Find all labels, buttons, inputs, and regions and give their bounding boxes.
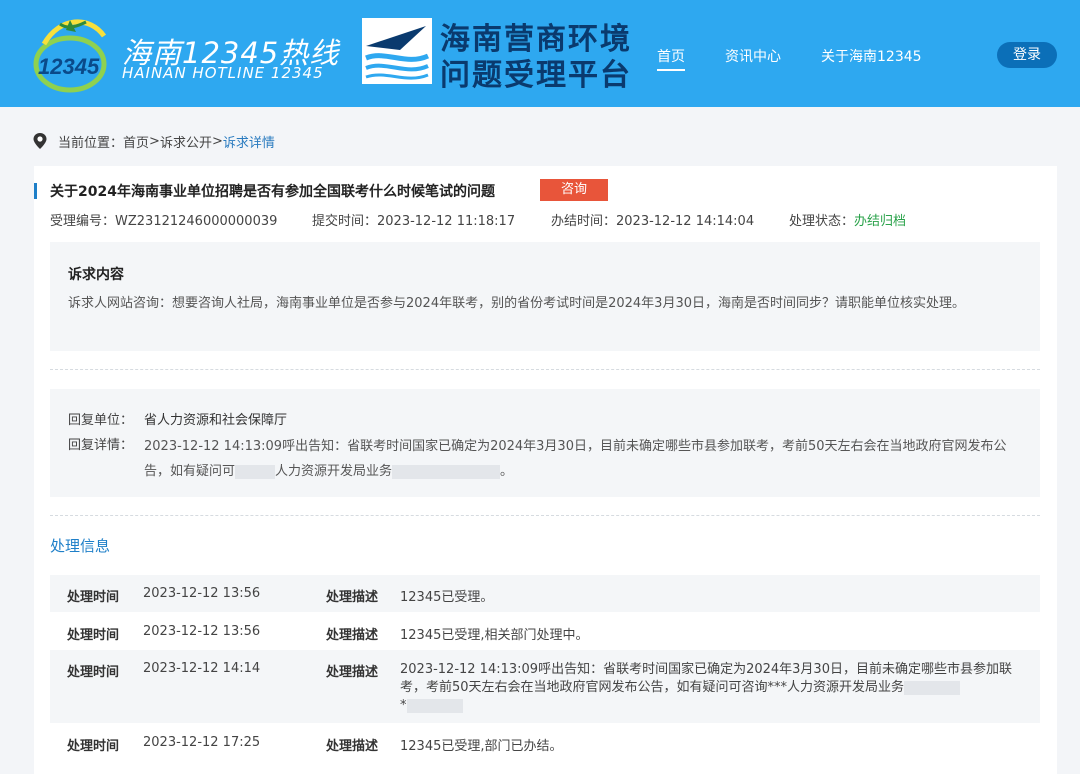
platform-title-line2: 问题受理平台 xyxy=(440,58,632,93)
login-button[interactable]: 登录 xyxy=(997,42,1057,68)
platform-logo-icon xyxy=(362,18,432,84)
submit-time: 提交时间：2023-12-12 11:18:17 xyxy=(312,210,515,229)
breadcrumb-public[interactable]: 诉求公开 xyxy=(160,132,212,151)
status-label: 处理状态： xyxy=(789,214,855,229)
divider xyxy=(50,369,1040,370)
breadcrumb-prefix: 当前位置： xyxy=(58,135,124,151)
nav-news[interactable]: 资讯中心 xyxy=(725,46,781,66)
process-desc-label: 处理描述 xyxy=(326,665,379,680)
table-row: 处理时间 2023-12-12 14:14 处理描述 2023-12-12 14… xyxy=(50,650,1040,723)
hotline-logo-icon: 12345 xyxy=(33,19,107,93)
done-time: 办结时间：2023-12-12 14:14:04 xyxy=(551,210,754,229)
submit-time-value: 2023-12-12 11:18:17 xyxy=(377,214,516,229)
process-section-title: 处理信息 xyxy=(50,537,111,555)
site-header: 12345 海南12345热线 HAINAN HOTLINE 12345 海南营… xyxy=(0,0,1080,107)
submit-time-label: 提交时间： xyxy=(312,214,378,229)
page-title: 关于2024年海南事业单位招聘是否有参加全国联考什么时候笔试的问题 xyxy=(50,184,495,200)
status: 处理状态：办结归档 xyxy=(789,210,906,229)
request-content-text: 诉求人网站咨询：想要咨询人社局，海南事业单位是否参与2024年联考，别的省份考试… xyxy=(68,296,965,311)
hotline-subtitle: HAINAN HOTLINE 12345 xyxy=(122,64,324,82)
redacted-mask xyxy=(904,680,961,695)
reply-detail-end: 。 xyxy=(500,464,514,479)
redacted-mask xyxy=(235,464,276,479)
process-time: 2023-12-12 17:25 xyxy=(143,735,261,750)
process-time-label: 处理时间 xyxy=(67,665,120,680)
table-row: 处理时间 2023-12-12 13:56 处理描述 12345已受理,相关部门… xyxy=(50,613,1040,650)
case-id: 受理编号：WZ23121246000000039 xyxy=(50,210,277,229)
title-accent-bar xyxy=(34,183,37,199)
category-badge: 咨询 xyxy=(540,179,608,201)
reply-detail-text-2: 人力资源开发局业务 xyxy=(275,464,393,479)
table-row: 处理时间 2023-12-12 13:56 处理描述 12345已受理。 xyxy=(50,575,1040,612)
request-content-heading: 诉求内容 xyxy=(68,267,124,283)
reply-detail: 2023-12-12 14:13:09呼出告知：省联考时间国家已确定为2024年… xyxy=(144,434,1024,484)
nav-about[interactable]: 关于海南12345 xyxy=(821,46,922,66)
process-desc: 12345已受理,部门已办结。 xyxy=(400,739,563,754)
breadcrumb-sep: > xyxy=(211,133,223,149)
process-time: 2023-12-12 13:56 xyxy=(143,586,261,601)
process-desc: 2023-12-12 14:13:09呼出告知：省联考时间国家已确定为2024年… xyxy=(400,661,1025,715)
process-time: 2023-12-12 14:14 xyxy=(143,661,261,676)
breadcrumb-current: 诉求详情 xyxy=(222,135,275,151)
location-pin-icon xyxy=(33,133,47,149)
divider xyxy=(50,515,1040,516)
reply-box: 回复单位： 省人力资源和社会保障厅 回复详情： 2023-12-12 14:13… xyxy=(50,389,1040,497)
reply-unit: 省人力资源和社会保障厅 xyxy=(144,413,288,428)
process-time: 2023-12-12 13:56 xyxy=(143,624,261,639)
process-desc: 12345已受理。 xyxy=(400,590,494,605)
case-id-label: 受理编号： xyxy=(50,214,116,229)
redacted-mask xyxy=(406,698,463,713)
process-desc-label: 处理描述 xyxy=(326,590,379,605)
done-time-value: 2023-12-12 14:14:04 xyxy=(616,214,755,229)
breadcrumb-sep: > xyxy=(149,133,160,149)
process-time-label: 处理时间 xyxy=(67,739,120,754)
redacted-mask xyxy=(392,464,501,479)
process-desc-label: 处理描述 xyxy=(326,739,379,754)
nav-home[interactable]: 首页 xyxy=(657,46,685,71)
reply-detail-label: 回复详情： xyxy=(68,438,134,453)
process-time-label: 处理时间 xyxy=(67,590,120,605)
svg-text:12345: 12345 xyxy=(38,54,100,79)
breadcrumb-home[interactable]: 首页 xyxy=(123,132,149,151)
request-content-box: 诉求内容 诉求人网站咨询：想要咨询人社局，海南事业单位是否参与2024年联考，别… xyxy=(50,242,1040,351)
process-time-label: 处理时间 xyxy=(67,628,120,643)
done-time-label: 办结时间： xyxy=(551,214,617,229)
reply-unit-label: 回复单位： xyxy=(68,413,134,428)
breadcrumb: 当前位置： 首页 > 诉求公开 > 诉求详情 xyxy=(32,131,275,151)
process-desc-label: 处理描述 xyxy=(326,628,379,643)
case-id-value: WZ23121246000000039 xyxy=(115,214,278,229)
table-row: 处理时间 2023-12-12 17:25 处理描述 12345已受理,部门已办… xyxy=(50,724,1040,761)
status-badge: 办结归档 xyxy=(854,214,907,229)
process-desc: 12345已受理,相关部门处理中。 xyxy=(400,628,589,643)
